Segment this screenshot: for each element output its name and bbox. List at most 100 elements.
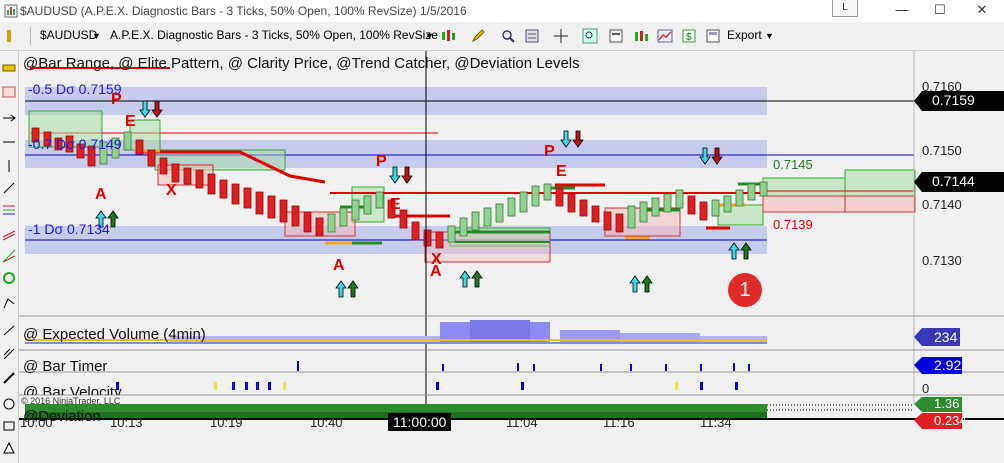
candle: [447, 225, 456, 243]
pattern-letter: P: [111, 91, 122, 108]
candle: [339, 207, 348, 227]
candle: [147, 149, 156, 167]
time-tick: 10:40: [310, 415, 343, 430]
fibonacci-icon[interactable]: [2, 203, 16, 217]
layout-button[interactable]: L: [832, 0, 858, 17]
range-box: [424, 231, 551, 263]
price-tag-current: 0.7144: [932, 173, 975, 189]
indicators-icon[interactable]: [633, 28, 649, 44]
candle: [483, 207, 492, 227]
velocity-bar: [521, 382, 524, 390]
chevron-down-icon[interactable]: ▼: [92, 31, 101, 41]
risk-reward-icon[interactable]: [2, 85, 16, 99]
horizontal-line-icon[interactable]: [2, 135, 16, 149]
pattern-letter: A: [95, 186, 107, 203]
region-icon[interactable]: [2, 296, 16, 310]
svg-text:$: $: [686, 32, 692, 43]
candle: [267, 195, 276, 219]
candle: [735, 189, 744, 207]
chevron-down-icon[interactable]: ▼: [425, 31, 434, 41]
ellipse-icon[interactable]: [2, 271, 16, 285]
crosshair-icon[interactable]: [553, 28, 569, 44]
candle: [363, 195, 372, 215]
expected-volume-label: @ Expected Volume (4min): [23, 326, 206, 343]
candle: [411, 221, 420, 241]
candle: [327, 213, 336, 233]
velocity-bar: [436, 382, 439, 390]
candle: [123, 131, 132, 151]
pencil-icon[interactable]: [470, 28, 486, 44]
zoom-icon[interactable]: [500, 28, 516, 44]
timer-bar: [517, 363, 519, 371]
bar-type-selector[interactable]: A.P.E.X. Diagnostic Bars - 3 Ticks, 50% …: [110, 28, 438, 42]
arrow-line-icon[interactable]: [2, 111, 16, 125]
range-box: [762, 195, 846, 213]
candle: [627, 205, 636, 229]
circle-icon[interactable]: [2, 397, 16, 411]
triangle-icon[interactable]: [2, 441, 16, 455]
green-level-label: 0.7145: [773, 157, 813, 172]
candle: [435, 231, 444, 249]
candle: [135, 139, 144, 155]
pattern-letter: E: [556, 163, 567, 180]
candle: [555, 187, 564, 207]
properties-icon[interactable]: [524, 28, 540, 44]
data-box-icon[interactable]: [608, 28, 624, 44]
vertical-line-icon[interactable]: [2, 159, 16, 173]
channel-icon[interactable]: [2, 227, 16, 241]
candle: [399, 209, 408, 229]
candle: [543, 183, 552, 201]
close-button[interactable]: ✕: [962, 0, 1002, 22]
gann-fan-icon[interactable]: [2, 249, 16, 263]
candle: [183, 167, 192, 185]
timer-bar: [665, 364, 667, 371]
ray-icon[interactable]: [2, 181, 16, 195]
range-box: [844, 195, 916, 213]
grip-icon: [7, 30, 11, 42]
chart-canvas[interactable]: [19, 51, 1004, 463]
velocity-bar: [283, 382, 286, 390]
minimize-button[interactable]: —: [882, 0, 922, 22]
strategies-icon[interactable]: [657, 28, 673, 44]
timer-bar: [630, 364, 632, 371]
chart-area[interactable]: @Bar Range, @ Elite Pattern, @ Clarity P…: [19, 51, 1004, 463]
dollar-icon[interactable]: $: [681, 28, 697, 44]
candle: [651, 197, 660, 217]
polyline-icon[interactable]: [2, 371, 16, 385]
price-tag-upper: 0.7159: [932, 92, 975, 108]
price-tick: 0.7140: [922, 197, 962, 212]
timer-bar: [700, 364, 702, 371]
pitchfork-icon[interactable]: [2, 347, 16, 361]
candle: [639, 201, 648, 223]
velocity-bar: [675, 382, 678, 390]
expected-volume-value: 234: [934, 329, 958, 345]
trend-line-icon[interactable]: [2, 323, 16, 337]
timer-bar: [600, 364, 602, 371]
export-menu[interactable]: Export: [727, 28, 762, 42]
candle: [711, 199, 720, 217]
search-icon[interactable]: [582, 28, 598, 44]
candle: [315, 217, 324, 237]
chevron-down-icon[interactable]: ▼: [765, 31, 774, 41]
template-icon[interactable]: [705, 28, 721, 44]
deviation-value: 0.234: [934, 413, 967, 428]
instrument-selector[interactable]: $AUDUSD: [40, 28, 97, 42]
velocity-bar: [245, 382, 248, 390]
time-tick: 11:04: [506, 415, 538, 430]
velocity-bar: [700, 382, 703, 390]
candle: [231, 183, 240, 205]
ruler-icon[interactable]: [2, 61, 16, 75]
candle: [471, 211, 480, 231]
time-tick: 10:19: [210, 415, 243, 430]
candle: [603, 211, 612, 231]
chart-style-icon[interactable]: [440, 28, 456, 44]
time-tick: 11:16: [603, 415, 635, 430]
candle: [615, 213, 624, 233]
pattern-letter: P: [544, 143, 555, 160]
maximize-button[interactable]: ☐: [920, 0, 960, 22]
candle: [759, 181, 768, 197]
chart-app-icon: [4, 4, 18, 18]
rectangle-icon[interactable]: [2, 419, 16, 433]
chart-toolbar: $AUDUSD ▼ A.P.E.X. Diagnostic Bars - 3 T…: [0, 22, 1004, 51]
velocity-bar: [256, 382, 259, 390]
